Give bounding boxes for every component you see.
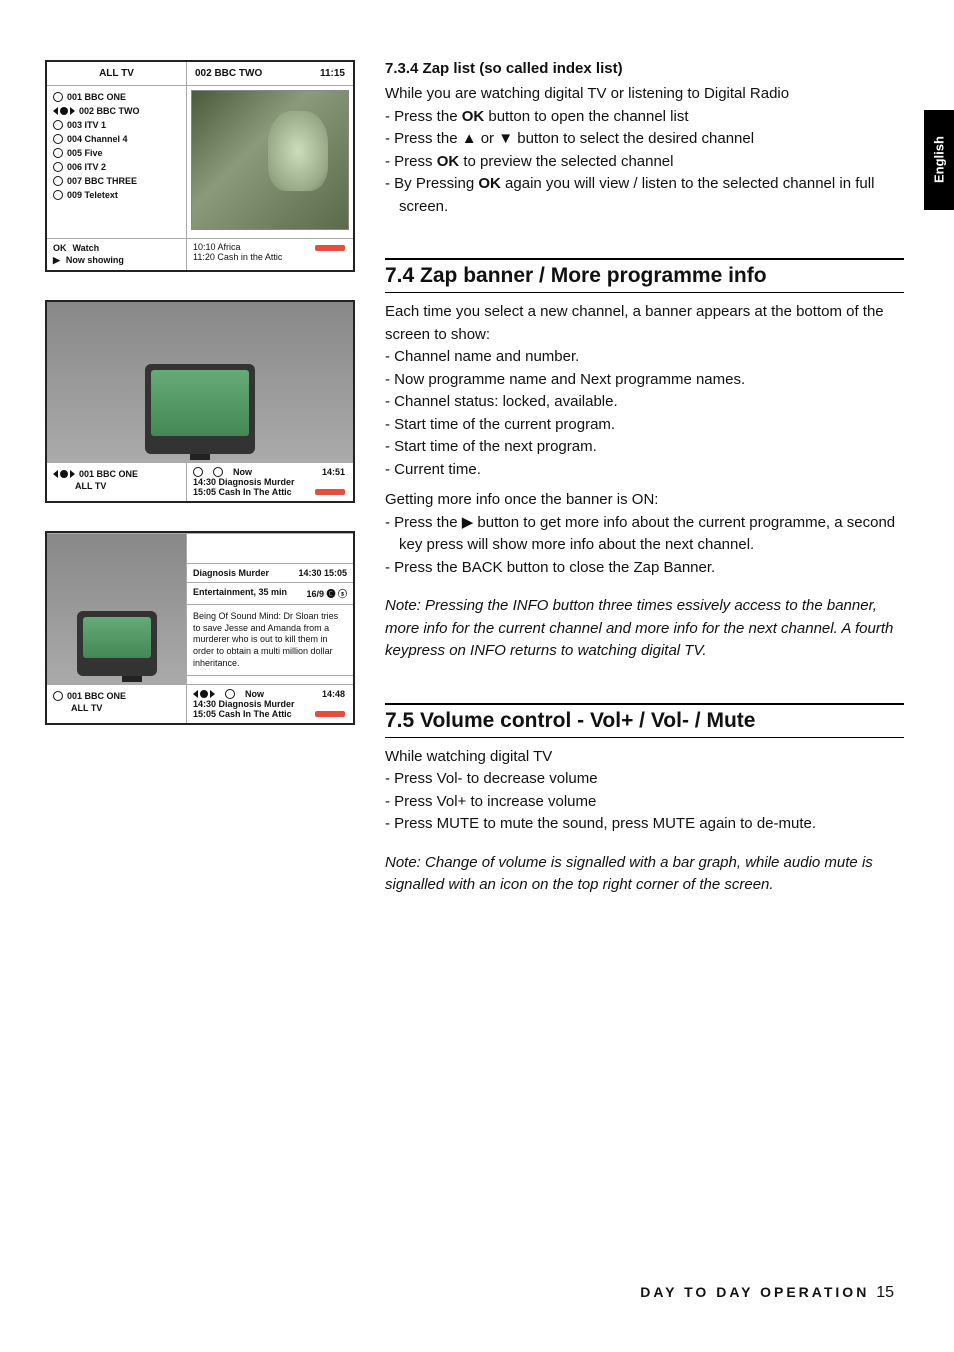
clock: 14:48 [322, 689, 345, 699]
radio-icon [53, 162, 63, 172]
note-74: Note: Pressing the INFO button three tim… [385, 595, 904, 663]
page-container: ALL TV 002 BBC TWO 11:15 001 BBC ONE 002… [0, 0, 954, 957]
circle-icon [193, 467, 203, 477]
channel-item: 009 Teletext [53, 188, 180, 202]
selection-nav-icon [53, 107, 75, 115]
channel-item: 007 BBC THREE [53, 174, 180, 188]
radio-icon [53, 691, 63, 701]
right-column: 7.3.4 Zap list (so called index list) Wh… [385, 60, 914, 897]
shot1-top-left: ALL TV [47, 62, 187, 85]
channel-item: 005 Five [53, 146, 180, 160]
signal-bar [315, 489, 345, 495]
radio-icon [53, 190, 63, 200]
radio-icon [53, 176, 63, 186]
selection-nav-icon [53, 470, 75, 478]
radio-icon [53, 134, 63, 144]
heading-75: 7.5 Volume control - Vol+ / Vol- / Mute [385, 703, 904, 738]
channel-item: 001 BBC ONE [53, 90, 180, 104]
signal-bar [315, 711, 345, 717]
selection-nav-icon [193, 690, 215, 698]
left-column: ALL TV 002 BBC TWO 11:15 001 BBC ONE 002… [45, 60, 355, 897]
channel-item: 004 Channel 4 [53, 132, 180, 146]
screenshot-zap-list: ALL TV 002 BBC TWO 11:15 001 BBC ONE 002… [45, 60, 355, 272]
preview-thumbnail [191, 90, 349, 230]
shot1-top-right-label: 002 BBC TWO [195, 68, 262, 79]
channel-item-selected: 002 BBC TWO [53, 104, 180, 118]
body-74: Each time you select a new channel, a ba… [385, 301, 904, 579]
heading-74: 7.4 Zap banner / More programme info [385, 258, 904, 293]
circle-icon [225, 689, 235, 699]
channel-item: 006 ITV 2 [53, 160, 180, 174]
radio-icon [53, 92, 63, 102]
channel-item: 003 ITV 1 [53, 118, 180, 132]
clock: 14:51 [322, 467, 345, 477]
signal-bar [315, 245, 345, 251]
screenshot-zap-banner: 001 BBC ONE ALL TV Now 14:51 14:30 Diagn… [45, 300, 355, 503]
radio-icon [53, 120, 63, 130]
language-tab: English [924, 110, 954, 210]
heading-734: 7.3.4 Zap list (so called index list) [385, 60, 904, 77]
shot1-top-right-time: 11:15 [320, 68, 345, 79]
body-734: While you are watching digital TV or lis… [385, 83, 904, 218]
body-75: While watching digital TV Press Vol- to … [385, 746, 904, 836]
tv-graphic [47, 302, 353, 462]
shot1-epg-line2: 11:20 Cash in the Attic [193, 252, 347, 262]
circle-icon [213, 467, 223, 477]
programme-description: Being Of Sound Mind: Dr Sloan tries to s… [187, 605, 353, 676]
screenshot-more-info: Diagnosis Murder14:30 15:05 Entertainmen… [45, 531, 355, 725]
tv-graphic [47, 534, 186, 684]
page-footer: DAY TO DAY OPERATION 15 [640, 1284, 894, 1302]
radio-icon [53, 148, 63, 158]
note-75: Note: Change of volume is signalled with… [385, 852, 904, 897]
